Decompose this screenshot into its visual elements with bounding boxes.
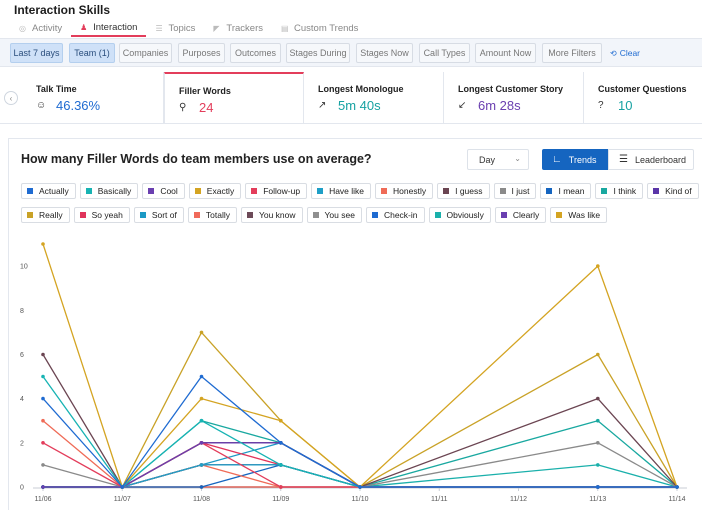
data-point [596,441,600,445]
y-tick-label: 4 [20,396,24,403]
data-point [41,242,45,246]
series-line [42,243,678,488]
y-tick-label: 0 [20,485,24,492]
data-point [199,418,204,423]
x-tick-label: 11/06 [35,496,52,503]
data-point [358,485,362,489]
y-tick-label: 2 [20,440,24,447]
series-line [43,464,678,488]
x-tick-label: 11/12 [510,496,527,503]
data-point [199,441,204,445]
data-point [199,374,204,379]
data-point [41,396,45,401]
x-tick-label: 11/11 [431,496,448,503]
data-point [279,463,283,467]
y-tick-label: 10 [20,264,28,271]
data-point [41,418,45,423]
series-line [42,354,678,488]
data-point [279,485,283,489]
x-tick-label: 11/09 [272,496,289,503]
series-line [42,375,677,488]
x-tick-label: 11/13 [589,496,606,503]
data-point [596,418,600,423]
series-line [43,464,677,488]
data-point [279,418,283,423]
data-point [120,485,125,489]
x-tick-label: 11/14 [669,496,686,503]
y-tick-label: 6 [20,352,24,359]
line-chart: 0 2 4 6 8 10 11/06 11/07 11/08 11/09 11/10 11/11 11/… [20,242,687,503]
series-line [42,420,677,488]
y-tick-label: 8 [20,308,24,315]
data-point [596,463,600,467]
data-point [199,463,204,467]
data-point [41,352,45,357]
x-tick-label: 11/10 [352,496,369,503]
x-tick-label: 11/07 [114,496,131,503]
series-line [43,420,678,488]
data-point [596,264,600,268]
data-point [41,441,45,445]
series-line [43,464,677,488]
data-point [199,485,204,489]
data-point [596,396,600,401]
data-point [279,441,283,445]
data-point [199,396,204,401]
series-line [43,464,677,488]
series-line [43,331,678,488]
data-point [596,485,600,489]
data-point [675,485,679,489]
data-point [41,463,45,467]
data-point [41,485,45,489]
data-point [41,374,45,379]
series-line [42,376,677,488]
series-line [43,464,677,488]
x-tick-label: 11/08 [193,496,210,503]
data-point [596,352,600,357]
data-point [199,330,204,335]
